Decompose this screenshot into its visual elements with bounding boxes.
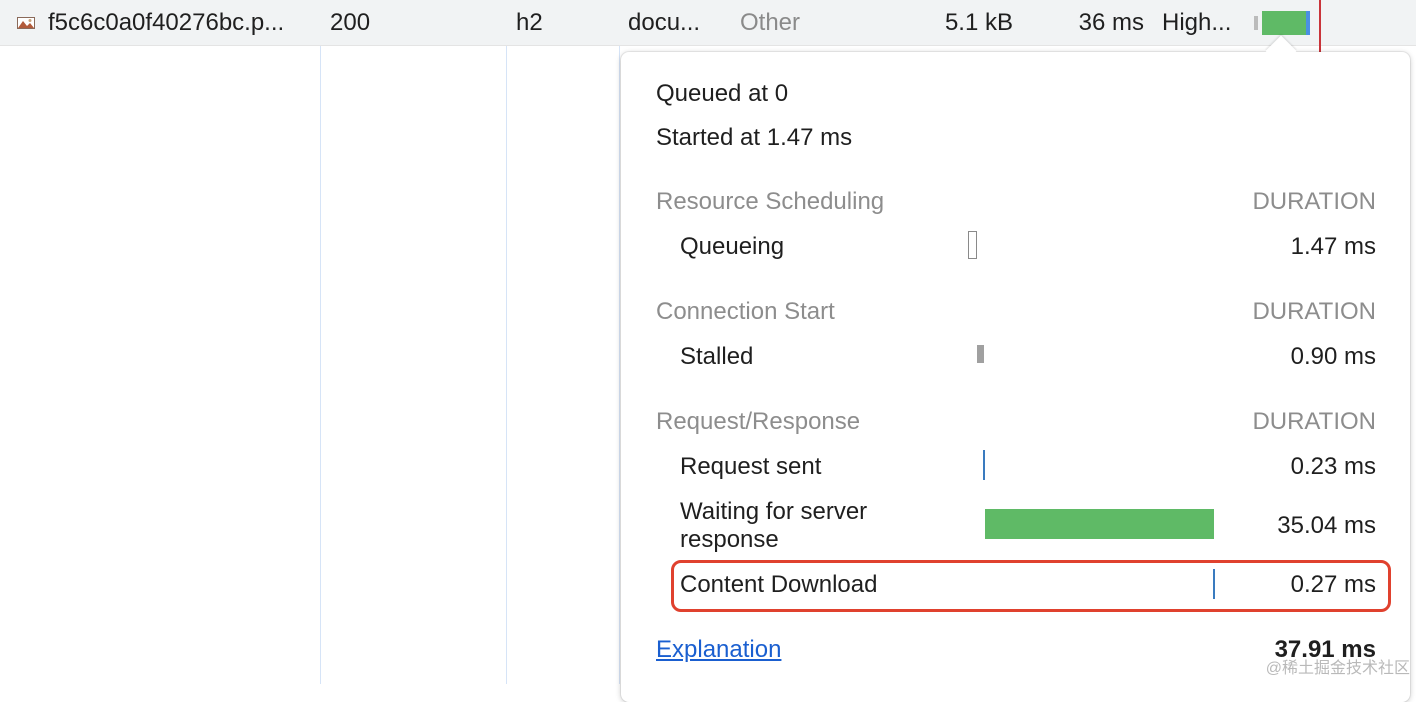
protocol-cell: h2 [516, 9, 543, 36]
size-cell: 5.1 kB [944, 9, 1013, 36]
load-event-line [1319, 0, 1321, 52]
stalled-bar [977, 345, 984, 363]
stalled-value: 0.90 ms [1290, 343, 1376, 370]
queueing-bar [968, 231, 977, 259]
waiting-bar [985, 509, 1214, 539]
section-title-scheduling: Resource Scheduling [656, 188, 885, 215]
type-cell: docu... [628, 9, 701, 36]
highlight-box [671, 560, 1391, 612]
waiting-label-line2: response [680, 526, 779, 553]
column-divider [619, 0, 620, 684]
waiting-value: 35.04 ms [1277, 512, 1376, 539]
priority-cell: High... [1162, 9, 1232, 36]
column-divider [320, 0, 321, 684]
section-title-request-response: Request/Response [656, 408, 861, 435]
status-cell: 200 [330, 9, 371, 36]
duration-header: DURATION [1252, 298, 1376, 325]
stalled-label: Stalled [680, 343, 754, 370]
started-at-text: Started at 1.47 ms [656, 124, 853, 151]
explanation-link[interactable]: Explanation [656, 636, 781, 664]
table-row[interactable]: f5c6c0a0f40276bc.p... 200 h2 docu... Oth… [0, 0, 1416, 46]
queueing-label: Queueing [680, 233, 785, 260]
time-cell: 36 ms [1078, 9, 1144, 36]
watermark: @稀土掘金技术社区 [1265, 660, 1410, 677]
waterfall-queue-mark [1254, 16, 1258, 30]
section-title-connection: Connection Start [656, 298, 835, 325]
waterfall-bar[interactable] [1262, 11, 1308, 35]
request-sent-label: Request sent [680, 453, 822, 480]
name-cell[interactable]: f5c6c0a0f40276bc.p... [48, 0, 316, 45]
waterfall-download-mark [1306, 11, 1310, 35]
queueing-value: 1.47 ms [1290, 233, 1376, 260]
column-divider [506, 0, 507, 684]
duration-header: DURATION [1252, 408, 1376, 435]
image-file-icon [17, 17, 35, 29]
queued-at-text: Queued at 0 [656, 80, 789, 107]
request-sent-value: 0.23 ms [1290, 453, 1376, 480]
waiting-label-line1: Waiting for server [680, 498, 868, 525]
request-sent-bar [983, 450, 985, 480]
initiator-cell: Other [740, 9, 801, 36]
duration-header: DURATION [1252, 188, 1376, 215]
